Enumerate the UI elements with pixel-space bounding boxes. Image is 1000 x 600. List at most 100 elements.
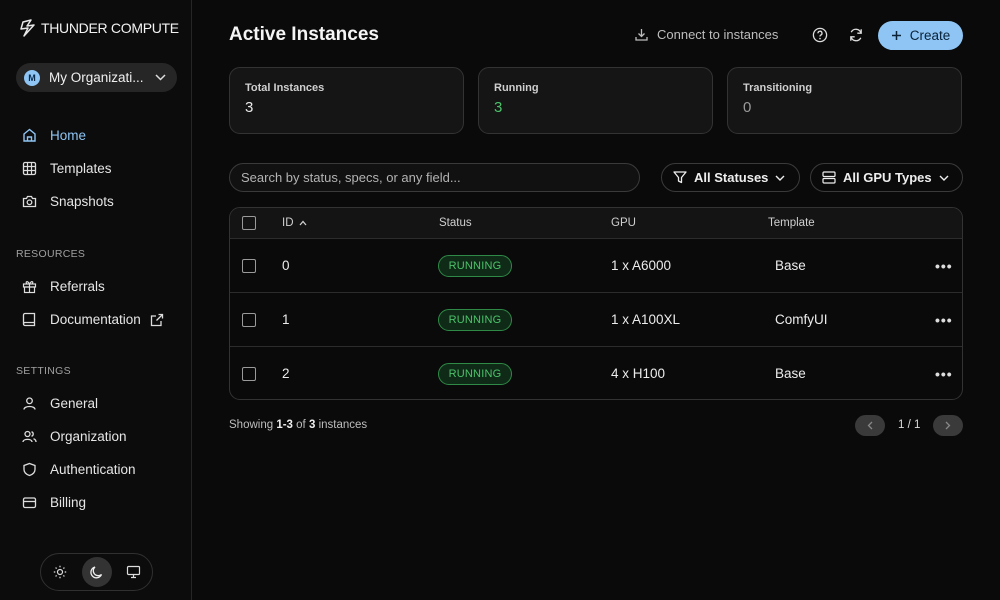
previous-page-button[interactable]	[855, 415, 885, 436]
stat-value: 3	[494, 99, 503, 116]
server-icon	[822, 171, 836, 184]
theme-system-button[interactable]	[118, 557, 148, 587]
plus-icon	[891, 30, 902, 41]
lightning-icon	[20, 19, 37, 37]
select-all-checkbox[interactable]	[242, 216, 256, 230]
table-row[interactable]: 0 RUNNING 1 x A6000 Base •••	[230, 239, 962, 293]
theme-light-button[interactable]	[45, 557, 75, 587]
sidebar-item-documentation[interactable]: Documentation	[22, 312, 164, 327]
sidebar-item-home[interactable]: Home	[22, 128, 86, 143]
instance-template: ComfyUI	[775, 312, 828, 327]
camera-icon	[22, 194, 37, 209]
row-checkbox[interactable]	[242, 259, 256, 273]
column-header-id[interactable]: ID	[282, 217, 307, 229]
download-icon	[635, 28, 648, 41]
status-badge: RUNNING	[438, 255, 512, 277]
sidebar-item-authentication[interactable]: Authentication	[22, 462, 136, 477]
more-options-icon[interactable]: •••	[935, 312, 953, 328]
gpu-filter-dropdown[interactable]: All GPU Types	[810, 163, 963, 192]
users-icon	[22, 429, 37, 444]
search-box	[229, 163, 640, 192]
sidebar-item-snapshots[interactable]: Snapshots	[22, 194, 114, 209]
instance-template: Base	[775, 366, 806, 381]
status-badge: RUNNING	[438, 363, 512, 385]
org-avatar: M	[24, 69, 40, 86]
stat-value: 0	[743, 99, 752, 116]
organization-switcher[interactable]: M My Organizati...	[16, 63, 177, 92]
sidebar-item-label: Billing	[50, 495, 87, 510]
stat-value: 3	[245, 99, 254, 116]
sort-ascending-icon	[299, 220, 307, 226]
sidebar: THUNDER COMPUTE M My Organizati... Home …	[0, 0, 192, 600]
section-label-settings: SETTINGS	[16, 365, 71, 377]
home-icon	[22, 128, 37, 143]
column-header-status[interactable]: Status	[439, 217, 472, 229]
moon-icon	[89, 565, 104, 580]
more-options-icon[interactable]: •••	[935, 258, 953, 274]
sidebar-item-label: Organization	[50, 429, 127, 444]
chevron-down-icon	[155, 74, 166, 81]
column-header-template[interactable]: Template	[768, 217, 815, 229]
row-checkbox[interactable]	[242, 313, 256, 327]
external-link-icon	[150, 313, 164, 327]
sidebar-item-label: Snapshots	[50, 194, 114, 209]
sidebar-item-label: General	[50, 396, 99, 411]
table-header: ID Status GPU Template	[230, 208, 962, 239]
sidebar-item-referrals[interactable]: Referrals	[22, 279, 105, 294]
gift-icon	[22, 279, 37, 294]
showing-suffix: instances	[318, 419, 368, 431]
page-indicator: 1 / 1	[898, 419, 921, 431]
sidebar-item-label: Home	[50, 128, 87, 143]
sidebar-item-label: Authentication	[50, 462, 136, 477]
more-options-icon[interactable]: •••	[935, 366, 953, 382]
table-row[interactable]: 1 RUNNING 1 x A100XL ComfyUI •••	[230, 293, 962, 347]
credit-card-icon	[22, 495, 37, 510]
chevron-down-icon	[939, 175, 949, 181]
connect-label: Connect to instances	[657, 27, 779, 42]
instance-id: 0	[282, 258, 290, 273]
help-icon[interactable]	[812, 27, 828, 43]
stat-card-total: Total Instances 3	[229, 67, 464, 134]
stat-card-running: Running 3	[478, 67, 713, 134]
stat-card-transitioning: Transitioning 0	[727, 67, 962, 134]
connect-to-instances-button[interactable]: Connect to instances	[635, 27, 778, 42]
column-header-gpu[interactable]: GPU	[611, 217, 636, 229]
main-content: Active Instances Connect to instances Cr…	[193, 0, 1000, 600]
next-page-button[interactable]	[933, 415, 963, 436]
create-button[interactable]: Create	[878, 21, 963, 50]
instance-template: Base	[775, 258, 806, 273]
row-checkbox[interactable]	[242, 367, 256, 381]
sidebar-item-label: Templates	[50, 161, 112, 176]
showing-of: of	[296, 419, 306, 431]
stat-label: Transitioning	[743, 82, 813, 94]
chevron-left-icon	[867, 421, 873, 430]
stat-label: Total Instances	[245, 82, 325, 94]
refresh-icon[interactable]	[848, 27, 864, 43]
sidebar-item-general[interactable]: General	[22, 396, 98, 411]
sidebar-item-billing[interactable]: Billing	[22, 495, 86, 510]
instances-table: ID Status GPU Template 0 RUNNING 1 x A60…	[229, 207, 963, 400]
status-filter-dropdown[interactable]: All Statuses	[661, 163, 800, 192]
stat-label: Running	[494, 82, 539, 94]
showing-prefix: Showing	[229, 419, 274, 431]
chevron-down-icon	[775, 175, 785, 181]
instance-gpu: 1 x A100XL	[611, 312, 681, 327]
theme-dark-button[interactable]	[81, 557, 112, 587]
sidebar-item-label: Documentation	[50, 312, 141, 327]
chevron-right-icon	[945, 421, 951, 430]
sidebar-item-organization[interactable]: Organization	[22, 429, 127, 444]
instance-gpu: 1 x A6000	[611, 258, 672, 273]
status-badge: RUNNING	[438, 309, 512, 331]
search-input[interactable]	[241, 170, 628, 185]
table-row[interactable]: 2 RUNNING 4 x H100 Base •••	[230, 347, 962, 399]
monitor-icon	[126, 565, 141, 579]
brand-logo[interactable]: THUNDER COMPUTE	[20, 19, 179, 37]
sidebar-item-templates[interactable]: Templates	[22, 161, 112, 176]
instance-gpu: 4 x H100	[611, 366, 666, 381]
instance-id: 2	[282, 366, 290, 381]
sun-icon	[53, 565, 67, 579]
theme-switcher	[40, 553, 153, 591]
status-filter-label: All Statuses	[694, 170, 769, 185]
grid-icon	[22, 161, 37, 176]
section-label-resources: RESOURCES	[16, 248, 86, 260]
